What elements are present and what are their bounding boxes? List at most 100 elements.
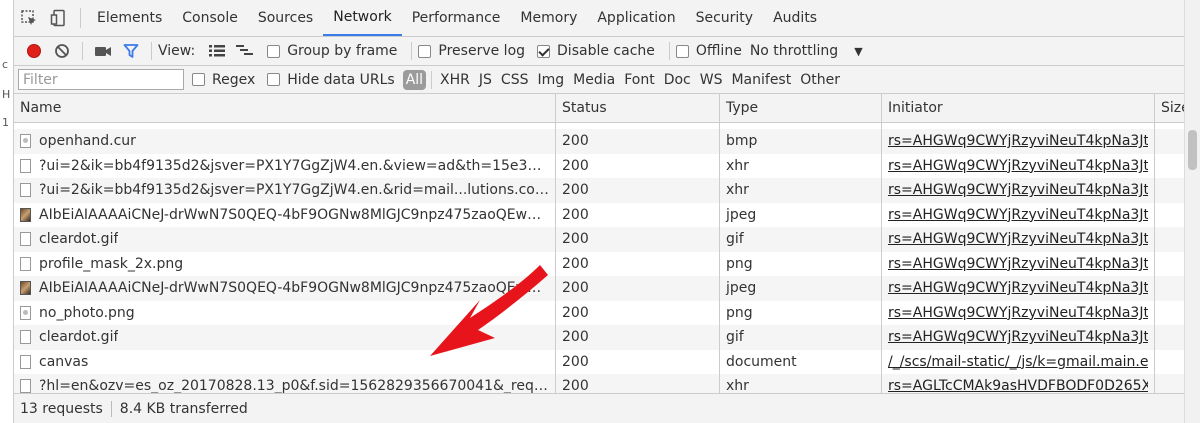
cell-name: no_photo.png [14,300,556,325]
table-row[interactable]: canvas 200 document /_/scs/mail-static/_/js… [14,349,1200,374]
column-header-type[interactable]: Type [720,94,882,122]
tab-console[interactable]: Console [172,0,248,36]
file-icon [20,379,31,393]
throttling-select[interactable]: No throttling ▼ [750,43,863,59]
filter-type-css[interactable]: CSS [497,70,533,90]
disable-cache-option[interactable]: Disable cache [537,43,655,59]
preserve-log-label: Preserve log [438,43,526,59]
initiator-link[interactable]: rs=AHGWq9CWYjRzyviNeuT4kpNa3JtDU... [888,305,1148,321]
initiator-link[interactable]: rs=AHGWq9CWYjRzyviNeuT4kpNa3JtDU... [888,158,1148,174]
initiator-link[interactable]: rs=AHGWq9CWYjRzyviNeuT4kpNa3JtDU... [888,231,1148,247]
toolbar-divider [668,42,670,60]
cell-name: ?hl=en&ozv=es_oz_20170828.13_p0&f.sid=15… [14,374,556,393]
table-row[interactable]: AIbEiAIAAAAiCNeJ-drWwN7S0QEQ-4bF9OGNw8Ml… [14,276,1200,301]
tab-audits[interactable]: Audits [763,0,827,36]
filter-type-manifest[interactable]: Manifest [727,70,795,90]
table-row[interactable]: no_photo.png 200 png rs=AHGWq9CWYjRzyviNeuT… [14,300,1200,325]
inspect-icon[interactable] [14,0,44,36]
cell-initiator: rs=AHGWq9CWYjRzyviNeuT4kpNa3JtDU... [882,276,1155,301]
device-icon[interactable] [44,0,74,36]
transferred-size: 8.4 KB transferred [119,400,248,417]
file-icon [20,158,31,173]
offline-checkbox[interactable] [675,44,689,58]
cell-type: bmp [720,129,882,154]
filter-icon [123,44,139,58]
overview-button[interactable] [231,40,259,62]
tab-memory[interactable]: Memory [510,0,587,36]
initiator-link[interactable]: rs=AHGWq9CWYjRzyviNeuT4kpNa3JtDU... [888,133,1148,149]
filter-type-media[interactable]: Media [569,70,619,90]
filter-type-js[interactable]: JS [475,70,496,90]
tab-elements[interactable]: Elements [87,0,172,36]
offline-option[interactable]: Offline [675,43,742,59]
cell-status: 200 [556,178,720,203]
filter-input[interactable] [18,69,184,90]
tab-sources[interactable]: Sources [248,0,323,36]
preserve-log-option[interactable]: Preserve log [418,43,525,59]
cell-status: 200 [556,129,720,154]
filter-type-ws[interactable]: WS [696,70,727,90]
cell-status: 200 [556,153,720,178]
column-header-initiator[interactable]: Initiator [882,94,1155,122]
table-row[interactable]: ?ui=2&ik=bb4f9135d2&jsver=PX1Y7GgZjW4.en… [14,153,1200,178]
disable-cache-checkbox[interactable] [537,44,551,58]
scrollbar-thumb[interactable] [1188,130,1197,170]
cell-name: canvas [14,349,556,374]
filter-type-img[interactable]: Img [533,70,568,90]
page-edge: c H 1 [0,0,14,423]
table-row[interactable]: ?ui=2&ik=bb4f9135d2&jsver=PX1Y7GgZjW4.en… [14,178,1200,203]
clear-button[interactable] [48,40,76,62]
filter-type-doc[interactable]: Doc [660,70,695,90]
cell-type: xhr [720,178,882,203]
filter-type-font[interactable]: Font [620,70,658,90]
vertical-scrollbar[interactable] [1184,0,1200,423]
toolbar-divider [411,42,413,60]
cell-name: AIbEiAIAAAAiCNeJ-drWwN7S0QEQ-4bF9OGNw8Ml… [14,276,556,301]
large-rows-button[interactable] [203,40,231,62]
request-name: profile_mask_2x.png [39,255,184,272]
table-row[interactable]: openhand.cur 200 bmp rs=AHGWq9CWYjRzyviNeuT… [14,129,1200,154]
table-row[interactable]: AIbEiAIAAAAiCNeJ-drWwN7S0QEQ-4bF9OGNw8Ml… [14,202,1200,227]
hide-data-urls-checkbox[interactable] [267,73,281,86]
table-row[interactable]: cleardot.gif 200 gif rs=AHGWq9CWYjRzyviNeuT… [14,325,1200,350]
cell-type: jpeg [720,276,882,301]
cell-type: xhr [720,153,882,178]
initiator-link[interactable]: rs=AHGWq9CWYjRzyviNeuT4kpNa3JtDU... [888,280,1148,296]
cell-initiator: /_/scs/mail-static/_/js/k=gmail.main.en.… [882,349,1155,374]
hide-data-urls-option[interactable]: Hide data URLs [267,72,395,88]
group-by-frame-checkbox[interactable] [267,44,281,58]
file-icon [20,134,31,149]
filter-type-all[interactable]: All [402,69,427,90]
tab-performance[interactable]: Performance [402,0,511,36]
column-header-name[interactable]: Name [14,94,556,122]
table-row[interactable]: cleardot.gif 200 gif rs=AHGWq9CWYjRzyviNeuT… [14,227,1200,252]
column-header-status[interactable]: Status [556,94,720,122]
file-icon [20,305,31,320]
initiator-link[interactable]: rs=AHGWq9CWYjRzyviNeuT4kpNa3JtDU... [888,256,1148,272]
tab-application[interactable]: Application [587,0,685,36]
initiator-link[interactable]: rs=AHGWq9CWYjRzyviNeuT4kpNa3JtDU... [888,329,1148,345]
initiator-link[interactable]: /_/scs/mail-static/_/js/k=gmail.main.en.… [888,354,1148,370]
camera-icon [95,47,111,56]
initiator-link[interactable]: rs=AHGWq9CWYjRzyviNeuT4kpNa3JtDU... [888,182,1148,198]
cell-initiator: rs=AHGWq9CWYjRzyviNeuT4kpNa3JtDU... [882,300,1155,325]
filter-type-other[interactable]: Other [796,70,844,90]
tab-security[interactable]: Security [686,0,764,36]
initiator-link[interactable]: rs=AGLTcCMAk9asHVDFBODF0D265XH... [888,378,1148,393]
cell-status: 200 [556,251,720,276]
cell-initiator: rs=AHGWq9CWYjRzyviNeuT4kpNa3JtDU... [882,325,1155,350]
table-row[interactable]: profile_mask_2x.png 200 png rs=AHGWq9CWYjRz… [14,251,1200,276]
group-by-frame-option[interactable]: Group by frame [267,43,397,59]
filter-type-xhr[interactable]: XHR [436,70,474,90]
regex-option[interactable]: Regex [192,72,255,88]
tab-network[interactable]: Network [323,0,402,36]
regex-checkbox[interactable] [192,73,205,86]
preserve-log-checkbox[interactable] [418,44,432,58]
cell-status: 200 [556,227,720,252]
chevron-down-icon: ▼ [854,44,863,58]
record-button[interactable] [20,40,48,62]
capture-screenshots-button[interactable] [89,40,117,62]
initiator-link[interactable]: rs=AHGWq9CWYjRzyviNeuT4kpNa3JtDU... [888,207,1148,223]
filter-toggle-button[interactable] [117,40,145,62]
table-row[interactable]: ?hl=en&ozv=es_oz_20170828.13_p0&f.sid=15… [14,374,1200,393]
